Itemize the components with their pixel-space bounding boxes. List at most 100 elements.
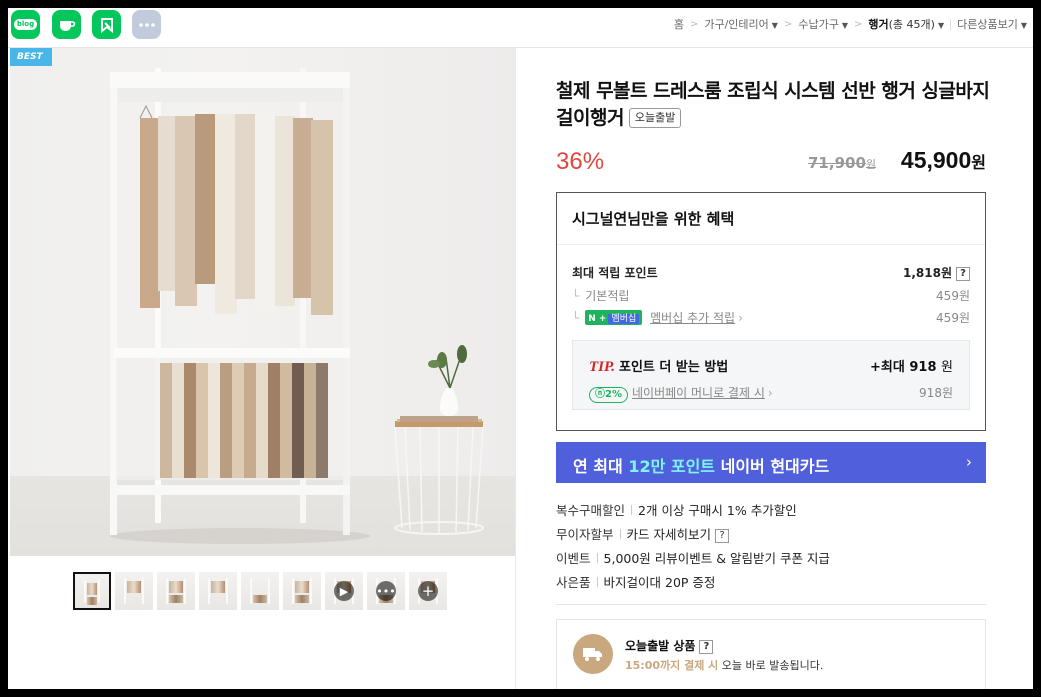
thumbnail-3[interactable] xyxy=(157,572,195,610)
thumbnail-more[interactable]: ••• xyxy=(367,572,405,610)
blog-icon: blog xyxy=(13,19,38,30)
panel-divider xyxy=(515,48,516,689)
keep-share-button[interactable] xyxy=(92,10,121,39)
banner-post: 네이버 현대카드 xyxy=(720,457,830,476)
info-row-event: 이벤트 5,000원 리뷰이벤트 & 알림받기 쿠폰 지급 xyxy=(556,548,986,567)
benefit-box: 시그널연님만을 위한 혜택 최대 적립 포인트 1,818원? └ 기본적립 45… xyxy=(556,192,986,431)
main-product-image[interactable]: BEST xyxy=(10,48,515,556)
card-details-link[interactable]: 카드 자세히보기 xyxy=(627,527,711,542)
thumb-pants xyxy=(87,597,97,605)
thumb-clothes xyxy=(295,581,309,593)
today-desc-text: 오늘 바로 발송됩니다. xyxy=(721,659,824,672)
info-key: 무이자할부 xyxy=(556,527,614,542)
help-icon[interactable]: ? xyxy=(699,640,714,654)
thumbnail-6[interactable] xyxy=(283,572,321,610)
today-deadline: 15:00까지 결제 시 xyxy=(625,659,719,672)
breadcrumb-current[interactable]: 행거(총 45개) ▼ xyxy=(868,16,944,32)
help-icon[interactable]: ? xyxy=(956,267,970,281)
plus-icon: + xyxy=(418,581,438,601)
tip-max-value: 918 xyxy=(909,360,937,375)
keep-bookmark-icon xyxy=(100,17,113,33)
delivery-truck-icon xyxy=(573,634,613,674)
truck-glyph xyxy=(583,648,602,661)
tip-box: TIP. 포인트 더 받는 방법 +최대 918 원 ⓝ2% 네이버페이 머니로 결… xyxy=(572,340,970,410)
product-title: 철제 무볼트 드레스룸 조립식 시스템 선반 행거 싱글바지걸이행거 오늘출발 xyxy=(556,78,996,132)
naver-cafe-share-button[interactable] xyxy=(52,10,81,39)
more-dots-icon xyxy=(138,22,155,27)
cafe-cup-icon xyxy=(59,20,75,31)
original-price-value: 71,900 xyxy=(808,154,866,172)
thumbnail-5[interactable] xyxy=(241,572,279,610)
indent-marker-icon: └ xyxy=(572,311,580,325)
thumbnail-video[interactable]: ▶ xyxy=(325,572,363,610)
discount-rate: 36% xyxy=(556,148,605,175)
caret-down-icon: ▼ xyxy=(841,21,848,30)
breadcrumb-current-label: 행거 xyxy=(868,18,889,31)
thumb-pants xyxy=(169,595,183,603)
breadcrumb-category-furniture[interactable]: 가구/인테리어 ▼ xyxy=(704,16,778,32)
badge-n: N xyxy=(588,314,596,324)
sale-price-value: 45,900 xyxy=(900,147,972,173)
caret-down-icon: ▼ xyxy=(1020,21,1027,30)
today-shipping-desc: 15:00까지 결제 시 오늘 바로 발송됩니다. xyxy=(625,657,823,673)
thumbnail-2[interactable] xyxy=(115,572,153,610)
sale-price: 45,900원 xyxy=(901,147,986,174)
breadcrumb-separator-icon: > xyxy=(783,18,793,30)
today-shipping-box: 오늘출발 상품? 15:00까지 결제 시 오늘 바로 발송됩니다. xyxy=(556,619,986,689)
basic-points-row: └ 기본적립 459원 xyxy=(572,287,970,304)
tip-max: +최대 918 원 xyxy=(870,356,953,375)
divider xyxy=(596,577,598,587)
original-price-unit: 원 xyxy=(865,158,877,171)
info-row-gift: 사은품 바지걸이대 20P 증정 xyxy=(556,572,986,591)
thumbnail-4[interactable] xyxy=(199,572,237,610)
naver-pay-value: 918원 xyxy=(919,386,953,400)
info-value: 바지걸이대 20P 증정 xyxy=(603,575,716,590)
info-key: 이벤트 xyxy=(556,551,591,566)
info-row-multi-discount: 복수구매할인 2개 이상 구매시 1% 추가할인 xyxy=(556,500,986,519)
breadcrumb-separator-icon: > xyxy=(689,18,699,30)
banner-highlight: 12만 포인트 xyxy=(628,457,716,476)
breadcrumb-label: 수납가구 xyxy=(798,18,839,31)
membership-points-link[interactable]: 멤버십 추가 적립 xyxy=(650,311,735,325)
thumb-clothes xyxy=(169,581,183,593)
thumbnail-1[interactable] xyxy=(73,572,111,610)
thumb-clothes xyxy=(87,583,97,595)
tip-max-prefix: +최대 xyxy=(870,360,905,375)
more-share-button[interactable] xyxy=(132,10,161,39)
max-points-row: 최대 적립 포인트 1,818원? xyxy=(572,264,970,281)
naver-pay-row: ⓝ2% 네이버페이 머니로 결제 시 › xyxy=(589,384,773,403)
info-key: 사은품 xyxy=(556,575,591,590)
naver-blog-share-button[interactable]: blog xyxy=(11,10,40,39)
naver-pay-percent-badge: ⓝ2% xyxy=(589,387,628,403)
hyundai-card-banner[interactable]: 연 최대 12만 포인트 네이버 현대카드 › xyxy=(556,442,986,483)
membership-points-value: 459원 xyxy=(936,311,970,325)
play-icon: ▶ xyxy=(334,581,354,601)
naver-pay-link[interactable]: 네이버페이 머니로 결제 시 xyxy=(632,386,765,400)
breadcrumb: 홈 > 가구/인테리어 ▼ > 수납가구 ▼ > 행거(총 45개) ▼ 다른상품보기… xyxy=(674,15,1027,33)
tip-label: TIP. 포인트 더 받는 방법 xyxy=(589,356,728,376)
banner-pre: 연 최대 xyxy=(573,457,623,476)
help-icon[interactable]: ? xyxy=(715,529,729,543)
tip-tag: TIP. xyxy=(589,359,615,375)
today-title-text: 오늘출발 상품 xyxy=(625,639,696,653)
breadcrumb-category-storage[interactable]: 수납가구 ▼ xyxy=(798,16,848,32)
hanger-rack-illustration xyxy=(110,68,484,544)
other-products-link[interactable]: 다른상품보기 ▼ xyxy=(957,16,1027,32)
top-bar: blog 홈 > 가구/인테리어 ▼ > 수납가구 ▼ > 행거(총 45개) … xyxy=(8,8,1033,48)
naver-membership-badge-icon: N + 멤버십 xyxy=(585,310,643,325)
badge-plus: + xyxy=(598,314,607,324)
naver-pay-percent: 2% xyxy=(605,389,622,400)
divider xyxy=(596,553,598,563)
thumbnail-add[interactable]: + xyxy=(409,572,447,610)
membership-points-row: └ N + 멤버십 멤버십 추가 적립 › 459원 xyxy=(572,309,970,326)
chevron-right-icon: › xyxy=(966,453,972,471)
indent-marker-icon: └ xyxy=(572,289,580,303)
breadcrumb-home[interactable]: 홈 xyxy=(674,16,684,32)
max-points-value-wrap: 1,818원? xyxy=(903,264,970,281)
caret-down-icon: ▼ xyxy=(771,21,778,30)
info-value: 5,000원 리뷰이벤트 & 알림받기 쿠폰 지급 xyxy=(603,551,830,566)
today-shipping-title: 오늘출발 상품? xyxy=(625,637,714,654)
divider xyxy=(619,529,621,539)
info-row-installment: 무이자할부 카드 자세히보기? xyxy=(556,524,986,543)
sale-price-unit: 원 xyxy=(971,155,986,172)
